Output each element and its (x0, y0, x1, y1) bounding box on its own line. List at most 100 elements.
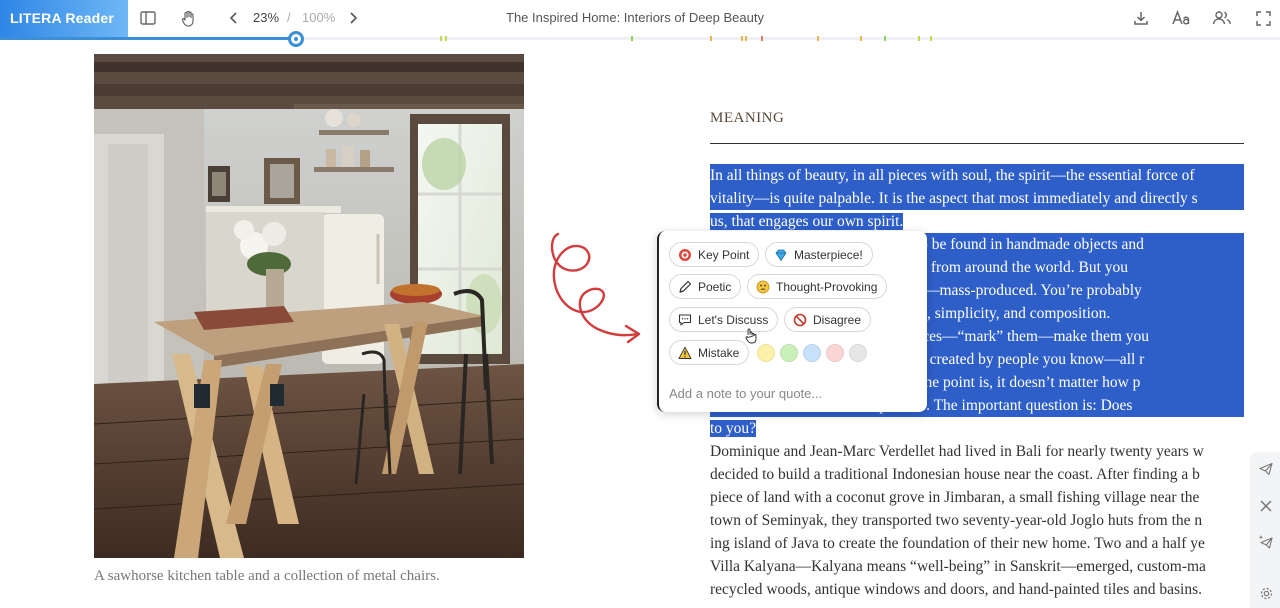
tag-label: Disagree (813, 312, 862, 327)
tag-label: Poetic (698, 279, 732, 294)
tag-label: Mistake (698, 345, 740, 360)
section-divider (710, 143, 1244, 144)
body-text: recycled woods, antique windows and door… (710, 581, 1203, 598)
speech-bubble-icon (678, 313, 692, 327)
tag-label: Thought-Provoking (776, 279, 878, 294)
squiggle-arrow-annotation (550, 232, 641, 344)
text-line: town of Seminyak, they transported two s… (710, 509, 1244, 532)
highlight-color-swatch[interactable] (826, 344, 844, 362)
text-line: to you? (710, 417, 1244, 440)
send-icon (1259, 462, 1273, 476)
text-line: Villa Kalyana—Kalyana means “well-being”… (710, 555, 1244, 578)
text-line: us, that engages our own spirit. (710, 210, 1244, 233)
tag-disagree-button[interactable]: Disagree (784, 307, 872, 332)
tag-lets-discuss-button[interactable]: Let's Discuss (669, 307, 779, 332)
selected-text: In all things of beauty, in all pieces w… (710, 164, 1244, 187)
x-logo-icon (1260, 500, 1272, 512)
text-line: decided to build a traditional Indonesia… (710, 463, 1244, 486)
highlight-marker[interactable] (930, 36, 932, 41)
quote-note-input[interactable] (669, 381, 919, 405)
highlight-marker[interactable] (631, 36, 633, 41)
chevron-right-icon (350, 12, 358, 24)
body-text: ing island of Java to create the foundat… (710, 535, 1205, 552)
prohibited-icon (793, 313, 807, 327)
warning-icon (678, 346, 692, 360)
tag-key-point-button[interactable]: Key Point (669, 242, 760, 267)
download-button[interactable] (1129, 7, 1153, 29)
text-line: vitality—is quite palpable. It is the as… (710, 187, 1244, 210)
highlight-marker[interactable] (445, 36, 447, 41)
highlight-marker[interactable] (745, 36, 747, 41)
chevron-left-icon (229, 12, 237, 24)
text-line: Dominique and Jean-Marc Verdellet had li… (710, 440, 1244, 463)
body-text: decided to build a traditional Indonesia… (710, 466, 1200, 483)
highlight-marker[interactable] (710, 36, 712, 41)
tag-label: Let's Discuss (698, 312, 769, 327)
target-icon (678, 248, 692, 262)
sidebar-toggle-button[interactable] (136, 7, 160, 29)
document-title: The Inspired Home: Interiors of Deep Bea… (506, 10, 764, 25)
tag-poetic-button[interactable]: Poetic (669, 274, 742, 299)
gem-icon (774, 248, 788, 262)
zoom-separator: / (287, 10, 291, 25)
tag-label: Key Point (698, 247, 750, 262)
highlight-color-swatch[interactable] (849, 344, 867, 362)
highlight-marker[interactable] (918, 36, 920, 41)
highlight-marker[interactable] (884, 36, 886, 41)
text-line: piece of land with a coconut grove in Ji… (710, 486, 1244, 509)
hand-icon (181, 10, 194, 27)
sparkle-send-icon (1258, 535, 1273, 549)
highlight-color-swatch[interactable] (780, 344, 798, 362)
quote-popover: Key Point Masterpiece! Poetic Thought-Pr… (657, 231, 927, 412)
gear-icon (1260, 587, 1272, 599)
download-icon (1134, 12, 1148, 25)
text-line: recycled woods, antique windows and door… (710, 578, 1244, 601)
tag-label: Masterpiece! (794, 247, 863, 262)
sidebar-icon (140, 11, 156, 25)
tag-thought-provoking-button[interactable]: Thought-Provoking (747, 274, 888, 299)
body-text: piece of land with a coconut grove in Ji… (710, 489, 1200, 506)
kitchen-photo (94, 54, 524, 558)
top-toolbar: LITERA Reader 23% / 100% The Inspired Ho… (0, 0, 1280, 38)
fullscreen-button[interactable] (1251, 7, 1275, 29)
ai-send-button[interactable] (1255, 531, 1277, 553)
selected-text: to you? (710, 420, 757, 437)
tag-masterpiece-button[interactable]: Masterpiece! (765, 242, 873, 267)
app-logo: LITERA Reader (0, 0, 128, 38)
highlight-marker[interactable] (741, 36, 743, 41)
community-button[interactable] (1209, 7, 1235, 29)
highlight-color-swatch[interactable] (757, 344, 775, 362)
fullscreen-icon (1255, 10, 1271, 26)
settings-button[interactable] (1255, 582, 1277, 604)
zoom-in-button[interactable] (341, 7, 365, 29)
highlight-marker[interactable] (860, 36, 862, 41)
body-text: Dominique and Jean-Marc Verdellet had li… (710, 443, 1204, 460)
hand-cursor-icon (745, 328, 757, 344)
highlight-marker[interactable] (761, 36, 763, 41)
selected-text: us, that engages our own spirit. (710, 213, 904, 230)
users-icon (1212, 11, 1231, 25)
font-size-icon (1172, 10, 1190, 25)
selected-text: vitality—is quite palpable. It is the as… (710, 187, 1244, 210)
text-settings-button[interactable] (1169, 7, 1195, 29)
pen-icon (678, 280, 692, 294)
body-text: town of Seminyak, they transported two s… (710, 512, 1203, 529)
tag-mistake-button[interactable]: Mistake (669, 340, 750, 365)
share-x-button[interactable] (1255, 495, 1277, 517)
body-text: Villa Kalyana—Kalyana means “well-being”… (710, 558, 1206, 575)
text-line: ing island of Java to create the foundat… (710, 532, 1244, 555)
zoom-out-button[interactable] (222, 7, 246, 29)
highlight-marker[interactable] (817, 36, 819, 41)
highlight-color-swatch[interactable] (803, 344, 821, 362)
text-line: In all things of beauty, in all pieces w… (710, 164, 1244, 187)
section-heading: MEANING (710, 110, 785, 126)
figure-caption: A sawhorse kitchen table and a collectio… (94, 568, 440, 584)
zoom-level: 23% (253, 10, 280, 25)
zoom-max-level: 100% (302, 10, 336, 25)
reading-progress-handle[interactable] (288, 31, 304, 47)
highlight-marker[interactable] (440, 36, 442, 41)
pan-tool-button[interactable] (177, 7, 201, 29)
share-telegram-button[interactable] (1255, 458, 1277, 480)
thinking-face-icon (756, 280, 770, 294)
reading-progress-fill (0, 37, 296, 40)
